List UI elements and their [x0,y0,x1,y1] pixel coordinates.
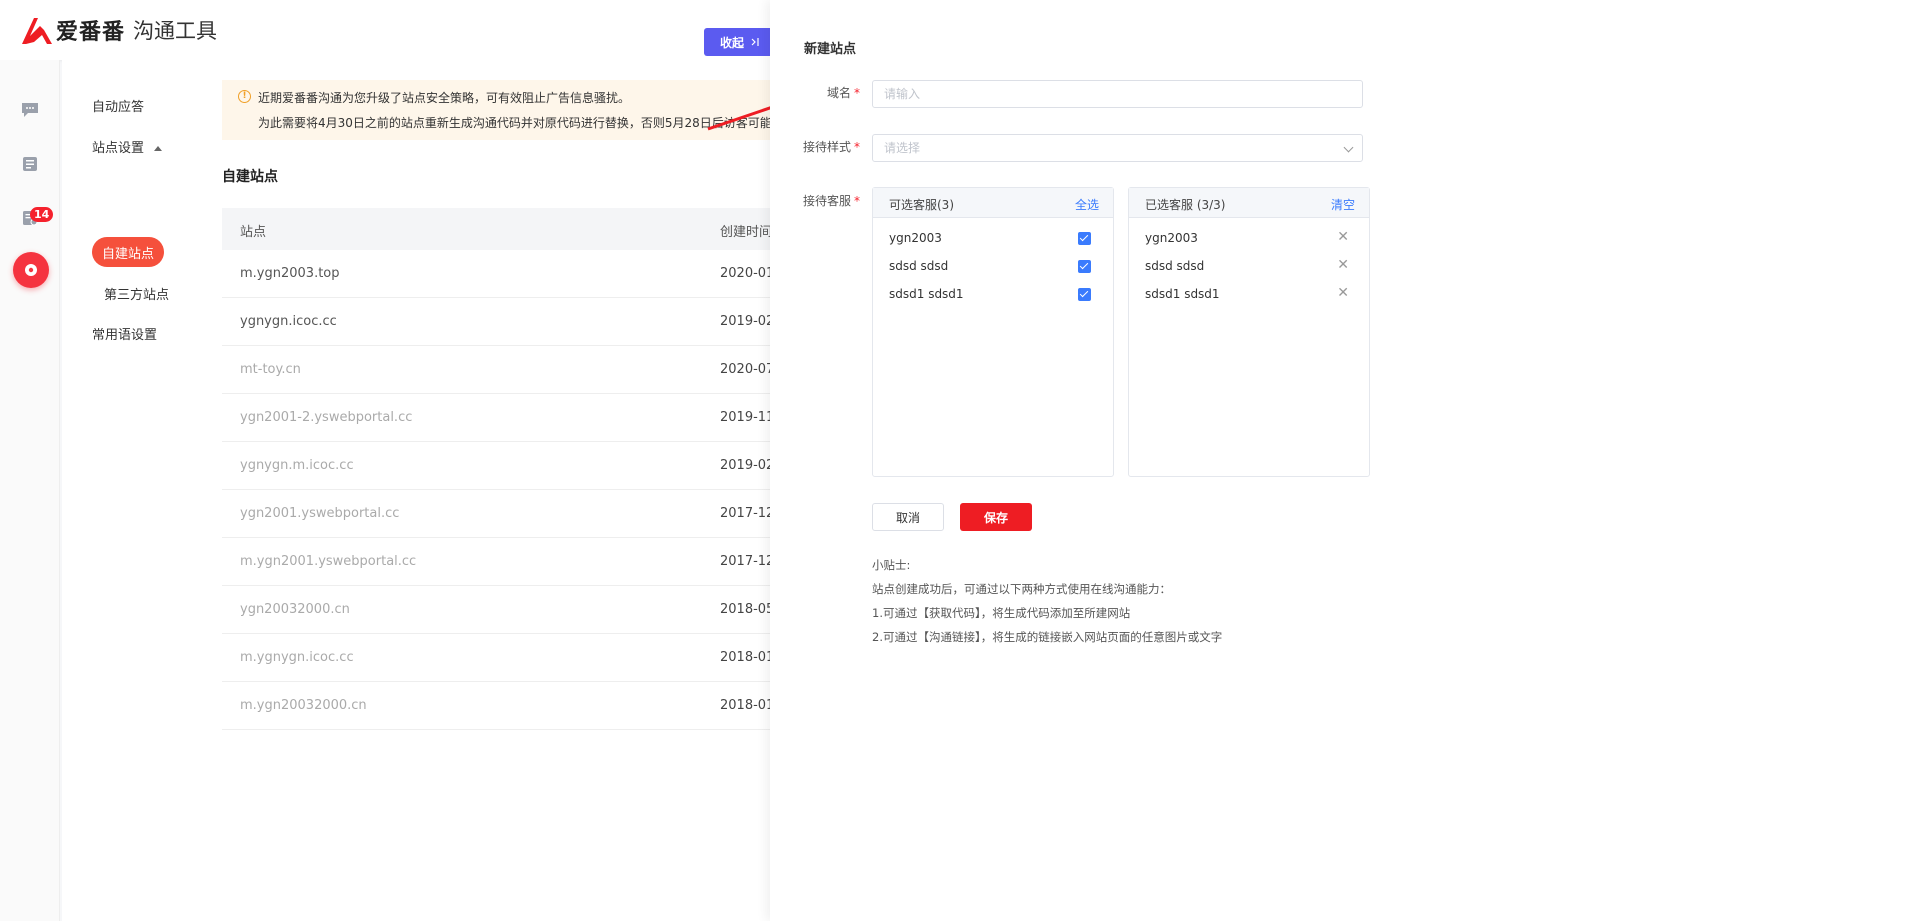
collapse-right-icon [751,38,759,46]
icon-rail: 14 [0,60,60,921]
sub-menu: 自动应答 站点设置 自建站点 第三方站点 常用语设置 [62,60,200,921]
domain-input[interactable] [872,80,1363,108]
table-row[interactable]: mt-toy.cn 2020-07- [222,346,782,394]
list-item[interactable]: sdsd sdsd [873,252,1113,280]
list-item[interactable]: ygn2003 [873,224,1113,252]
agent-name: ygn2003 [1145,231,1198,245]
chat-icon[interactable] [20,100,40,120]
table-row[interactable]: m.ygn2003.top 2020-01- [222,250,782,298]
table-row[interactable]: ygnygn.icoc.cc 2019-02- [222,298,782,346]
tips-line: 2.可通过【沟通链接】，将生成的链接嵌入网站页面的任意图片或文字 [872,630,1223,644]
style-label: 接待样式 * [770,138,860,155]
tips-line: 1.可通过【获取代码】，将生成代码添加至所建网站 [872,606,1131,620]
notice-banner: ! 近期爱番番沟通为您升级了站点安全策略，可有效阻止广告信息骚扰。 为此需要将4… [222,80,782,140]
selected-agents-panel: 已选客服 (3/3) 清空 ygn2003 ✕ sdsd sdsd ✕ sdsd… [1128,187,1370,477]
table-row[interactable]: ygnygn.m.icoc.cc 2019-02- [222,442,782,490]
menu-site-settings-label: 站点设置 [92,141,145,156]
table-row[interactable]: ygn2001.yswebportal.cc 2017-12- [222,490,782,538]
style-label-text: 接待样式 [802,140,851,154]
list-item: ygn2003 ✕ [1129,224,1369,252]
table-row[interactable]: m.ygn2001.yswebportal.cc 2017-12- [222,538,782,586]
site-domain: ygnygn.m.icoc.cc [240,458,354,473]
top-header: 爱番番 沟通工具 [0,0,770,60]
save-button[interactable]: 保存 [960,503,1032,531]
required-mark: * [854,140,860,154]
collapse-label: 收起 [719,35,744,50]
table-row[interactable]: ygn2001-2.yswebportal.cc 2019-11- [222,394,782,442]
agent-label: 接待客服 * [770,192,860,209]
notice-line-2: 为此需要将4月30日之前的站点重新生成沟通代码并对原代码进行替换，否则5月28日… [258,116,772,130]
close-icon[interactable]: ✕ [1337,229,1349,245]
logo-mark-icon [22,18,52,44]
close-icon[interactable]: ✕ [1337,257,1349,273]
table-row[interactable]: ygn20032000.cn 2018-05- [222,586,782,634]
main-content: ! 近期爱番番沟通为您升级了站点安全策略，可有效阻止广告信息骚扰。 为此需要将4… [200,60,782,921]
agent-name: sdsd sdsd [889,259,949,273]
site-settings-icon[interactable] [13,252,49,288]
site-domain: ygnygn.icoc.cc [240,314,337,329]
warning-icon: ! [238,90,251,103]
site-domain: m.ygn2001.yswebportal.cc [240,554,417,569]
checkbox-checked[interactable] [1078,260,1091,273]
logo-product: 沟通工具 [133,19,218,43]
table-row[interactable]: m.ygnygn.icoc.cc 2018-01- [222,634,782,682]
agent-name: ygn2003 [889,231,942,245]
table-row[interactable]: m.ygn20032000.cn 2018-01- [222,682,782,730]
list-icon[interactable] [20,154,40,174]
tips-line: 站点创建成功后，可通过以下两种方式使用在线沟通能力： [872,582,1171,596]
site-domain: m.ygnygn.icoc.cc [240,650,354,665]
available-agents-header: 可选客服(3) 全选 [873,188,1113,218]
agent-name: sdsd sdsd [1145,259,1205,273]
notice-line-1: 近期爱番番沟通为您升级了站点安全策略，可有效阻止广告信息骚扰。 [258,91,631,105]
list-item: sdsd1 sdsd1 ✕ [1129,280,1369,308]
agent-label-text: 接待客服 [802,194,851,208]
domain-label-text: 域名 [826,86,851,100]
menu-self-built-sites[interactable]: 自建站点 [92,237,164,267]
agent-name: sdsd1 sdsd1 [889,287,964,301]
required-mark: * [854,194,860,208]
domain-label: 域名 * [770,84,860,101]
list-item[interactable]: sdsd1 sdsd1 [873,280,1113,308]
site-domain: ygn20032000.cn [240,602,350,617]
column-created-time: 创建时间 [720,225,773,240]
menu-site-settings[interactable]: 站点设置 [92,137,163,156]
style-select[interactable]: 请选择 [872,134,1363,162]
caret-up-icon [154,146,163,151]
cancel-button[interactable]: 取消 [872,503,944,531]
required-mark: * [854,86,860,100]
list-item: sdsd sdsd ✕ [1129,252,1369,280]
site-domain: ygn2001.yswebportal.cc [240,506,400,521]
style-select-placeholder: 请选择 [884,141,921,155]
checkbox-checked[interactable] [1078,288,1091,301]
logo-brand: 爱番番 [56,20,126,45]
tips: 小贴士: 站点创建成功后，可通过以下两种方式使用在线沟通能力： 1.可通过【获取… [872,553,1222,649]
menu-auto-reply[interactable]: 自动应答 [92,96,144,115]
available-agents-title: 可选客服(3) [889,198,954,212]
site-domain: m.ygn2003.top [240,266,340,281]
tips-title: 小贴士: [872,558,911,572]
site-domain: m.ygn20032000.cn [240,698,367,713]
menu-third-party-sites[interactable]: 第三方站点 [104,284,169,303]
column-site: 站点 [240,225,267,240]
select-all-link[interactable]: 全选 [1075,196,1099,213]
checkbox-checked[interactable] [1078,232,1091,245]
close-icon[interactable]: ✕ [1337,285,1349,301]
new-site-drawer: 新建站点 域名* 接待样式* 请选择 接待客服* 可选客服(3) 全选 ygn2… [770,0,1920,921]
notification-badge: 14 [30,207,54,222]
drawer-title: 新建站点 [804,42,857,57]
chevron-down-icon [1343,142,1354,153]
agent-name: sdsd1 sdsd1 [1145,287,1220,301]
collapse-button[interactable]: 收起 [704,28,776,56]
clear-link[interactable]: 清空 [1331,196,1355,213]
site-domain: ygn2001-2.yswebportal.cc [240,410,413,425]
site-domain: mt-toy.cn [240,362,301,377]
selected-agents-title: 已选客服 (3/3) [1145,198,1226,212]
available-agents-panel: 可选客服(3) 全选 ygn2003 sdsd sdsd sdsd1 sdsd1 [872,187,1114,477]
section-title: 自建站点 [222,169,278,185]
selected-agents-header: 已选客服 (3/3) 清空 [1129,188,1369,218]
table-header: 站点 创建时间 [222,208,782,250]
menu-common-phrases[interactable]: 常用语设置 [92,324,157,343]
logo[interactable]: 爱番番 沟通工具 [20,14,217,46]
sites-table: 站点 创建时间 m.ygn2003.top 2020-01- ygnygn.icoc… [222,208,782,730]
